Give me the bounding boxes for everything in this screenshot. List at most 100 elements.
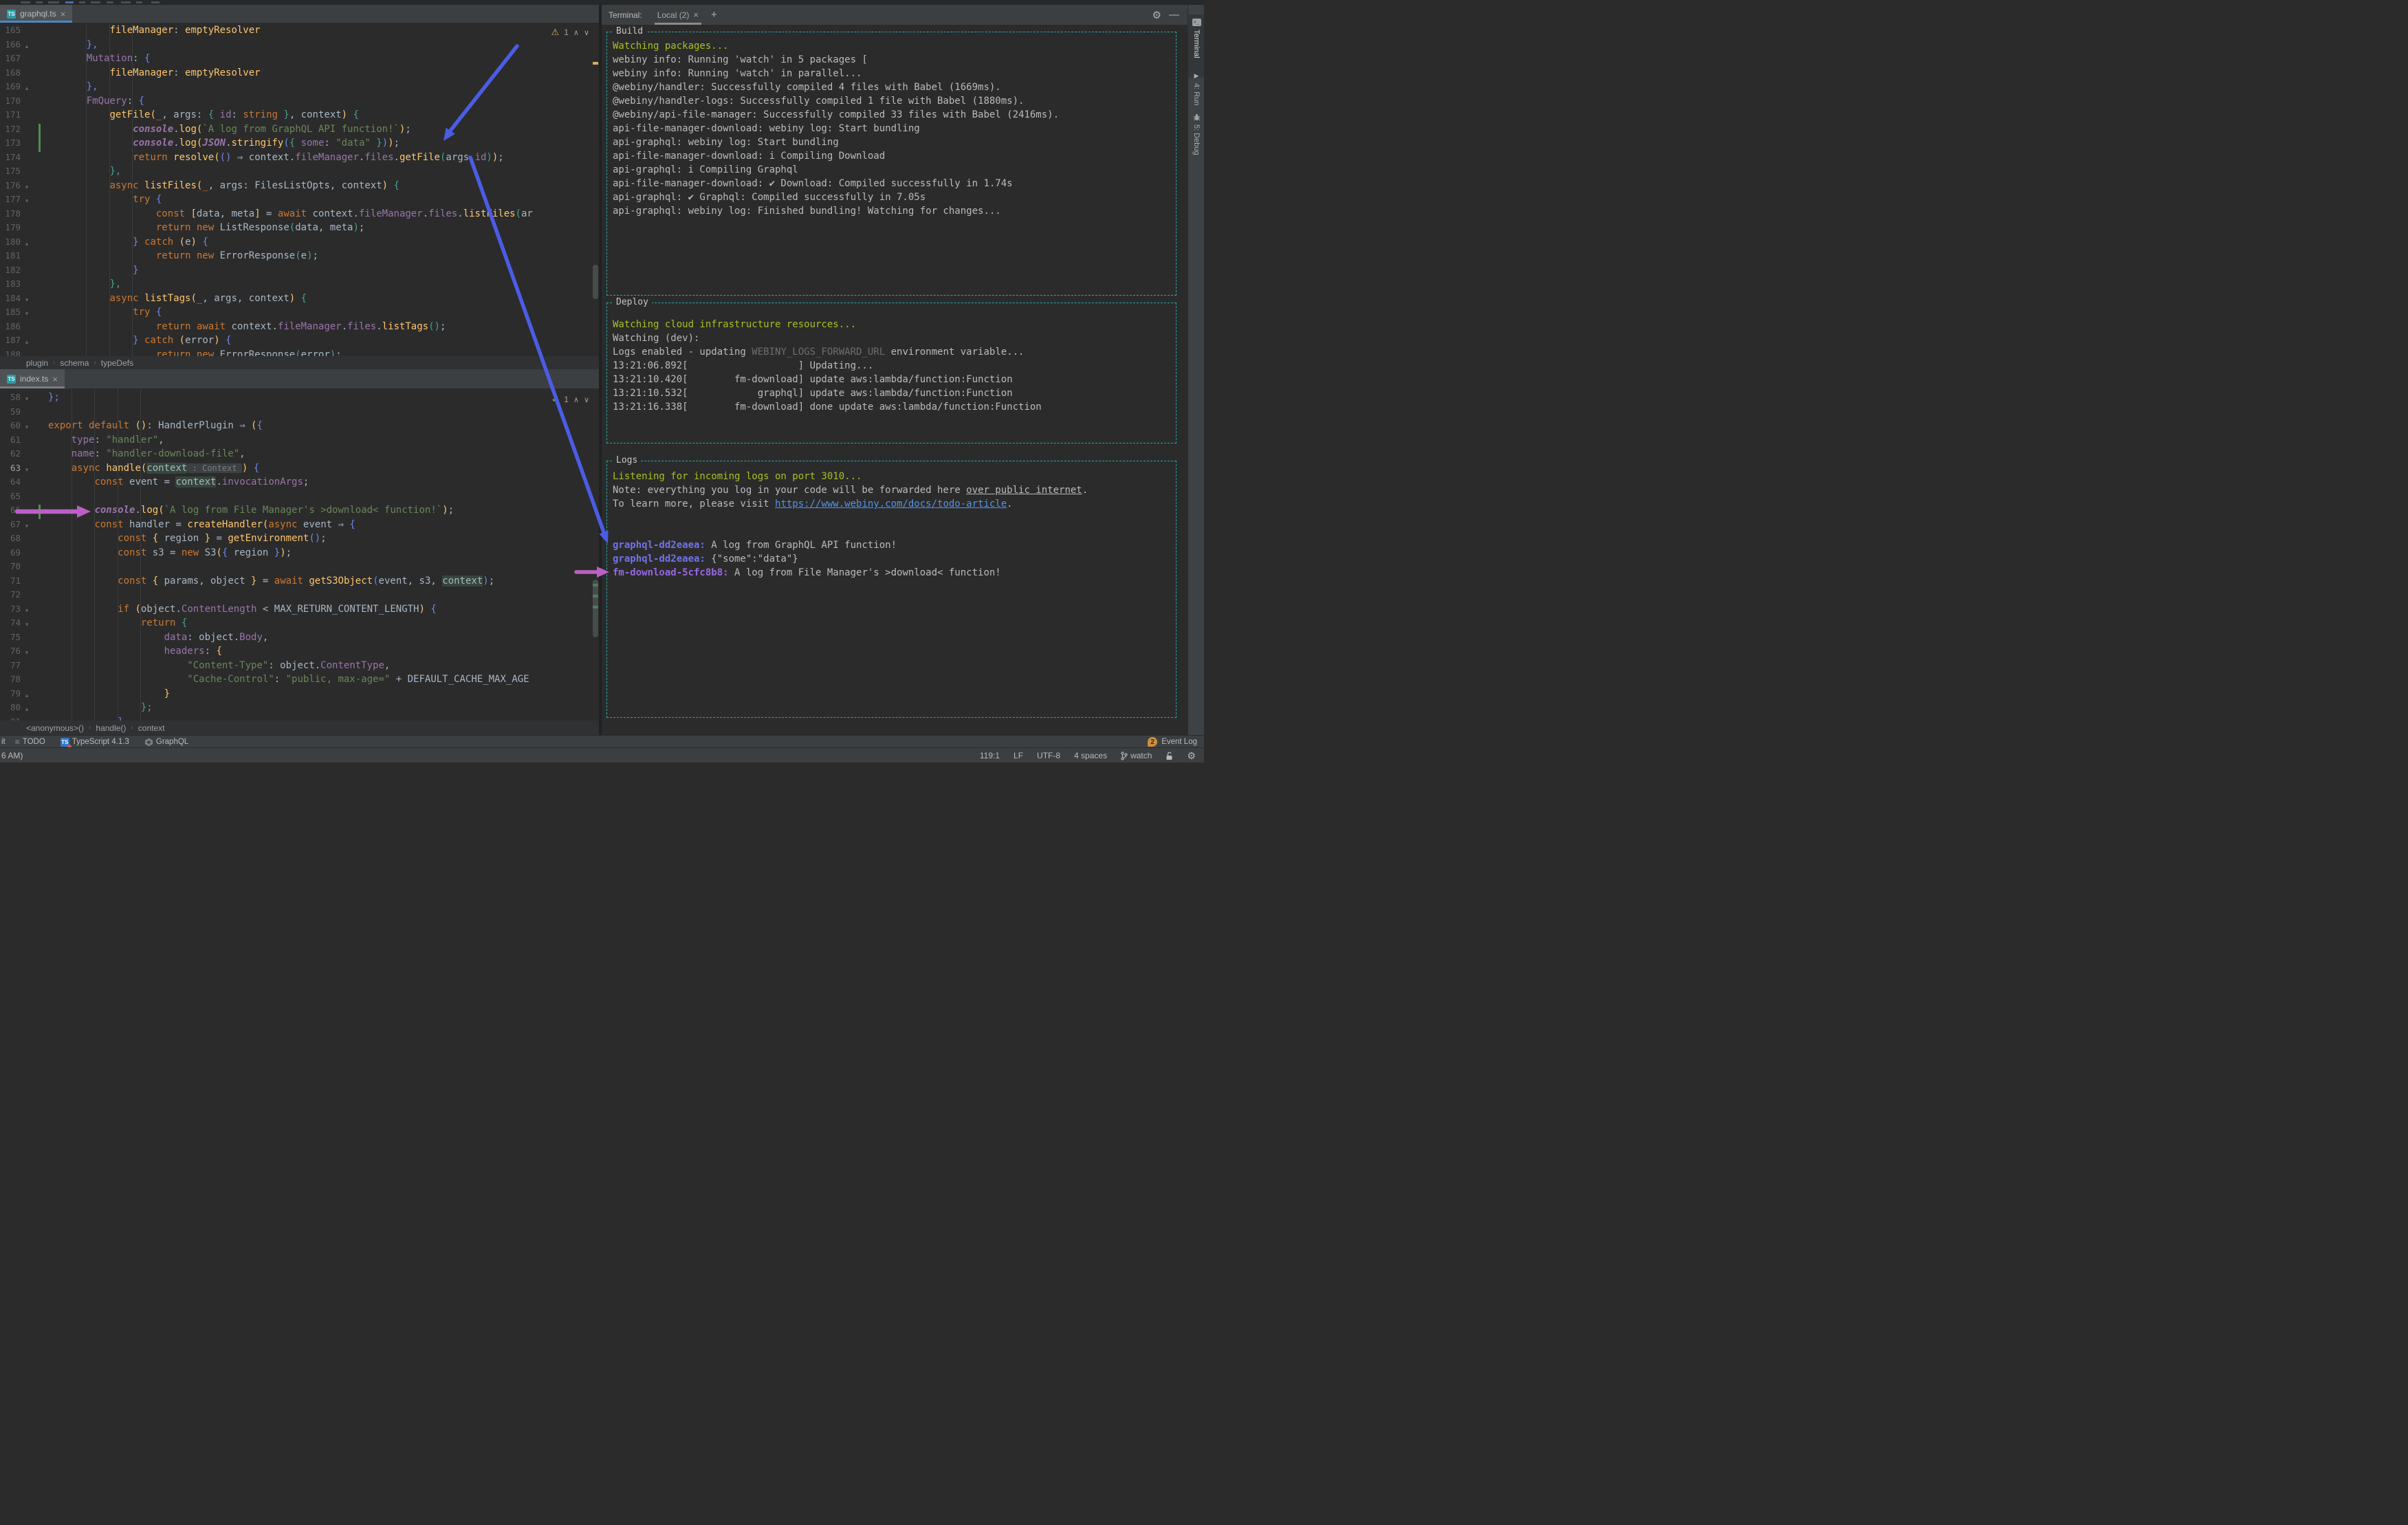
code-line[interactable]: 72 bbox=[0, 589, 599, 604]
code-line[interactable]: 76 ▾ headers: { bbox=[0, 646, 599, 660]
fold-marker-icon[interactable] bbox=[21, 435, 33, 449]
code-line[interactable]: 177 ▾ try { bbox=[0, 194, 599, 208]
fold-marker-icon[interactable] bbox=[21, 632, 33, 646]
fold-marker-icon[interactable] bbox=[21, 406, 33, 421]
code-line[interactable]: 186 return await context.fileManager.fil… bbox=[0, 321, 599, 336]
fold-marker-icon[interactable] bbox=[21, 547, 33, 562]
toolwindow-debug-button[interactable]: 5: Debug bbox=[1188, 113, 1204, 155]
fold-marker-icon[interactable] bbox=[21, 222, 33, 237]
fold-marker-icon[interactable]: ▾ bbox=[21, 293, 33, 307]
caret-position[interactable]: 119:1 bbox=[980, 751, 1000, 760]
fold-marker-icon[interactable] bbox=[21, 208, 33, 223]
code-line[interactable]: 59 bbox=[0, 406, 599, 421]
fold-marker-icon[interactable] bbox=[21, 491, 33, 505]
minimize-icon[interactable]: — bbox=[1169, 9, 1179, 21]
code-line[interactable]: 180 ▴ } catch (e) { bbox=[0, 237, 599, 251]
code-line[interactable]: 77 "Content-Type": object.ContentType, bbox=[0, 660, 599, 674]
fold-marker-icon[interactable] bbox=[21, 674, 33, 688]
fold-marker-icon[interactable] bbox=[21, 321, 33, 336]
code-line[interactable]: 58 ▾}; bbox=[0, 392, 599, 406]
code-line[interactable]: 172 console.log(`A log from GraphQL API … bbox=[0, 123, 599, 138]
code-line[interactable]: 65 bbox=[0, 491, 599, 505]
reader-mode-gear-icon[interactable]: ⚙ bbox=[1187, 750, 1196, 762]
code-line[interactable]: 165 fileManager: emptyResolver bbox=[0, 25, 599, 39]
unlock-icon[interactable] bbox=[1165, 751, 1173, 760]
terminal-body[interactable]: Build Watching packages... webiny info: R… bbox=[602, 25, 1187, 735]
code-line[interactable]: 71 const { params, object } = await getS… bbox=[0, 575, 599, 590]
code-line[interactable]: 66 console.log(`A log from File Manager'… bbox=[0, 505, 599, 519]
fold-marker-icon[interactable]: ▾ bbox=[21, 519, 33, 534]
code-line[interactable]: 168 fileManager: emptyResolver bbox=[0, 67, 599, 82]
code-line[interactable]: 64 const event = context.invocationArgs; bbox=[0, 476, 599, 491]
breadcrumb-item[interactable]: typeDefs bbox=[101, 358, 133, 368]
fold-marker-icon[interactable]: ▾ bbox=[21, 617, 33, 632]
inspection-widget[interactable]: ⚠ 1 ∧ ∨ bbox=[551, 27, 589, 38]
fold-marker-icon[interactable] bbox=[21, 124, 33, 138]
code-line[interactable]: 175 }, bbox=[0, 166, 599, 180]
code-line[interactable]: 170 FmQuery: { bbox=[0, 96, 599, 110]
gear-icon[interactable]: ⚙ bbox=[1152, 9, 1161, 21]
editor-index-ts[interactable]: ✔ 1 ∧ ∨ 58 ▾}; 59 60 ▾ export default (): Hand… bbox=[0, 388, 599, 724]
code-line[interactable]: 167 Mutation: { bbox=[0, 53, 599, 67]
close-icon[interactable]: × bbox=[61, 9, 66, 19]
code-line[interactable]: 74 ▾ return { bbox=[0, 617, 599, 632]
fold-marker-icon[interactable]: ▾ bbox=[21, 307, 33, 321]
fold-marker-icon[interactable]: ▾ bbox=[21, 180, 33, 195]
status-git-cut[interactable]: it bbox=[1, 738, 6, 746]
code-line[interactable]: 171 getFile(_, args: { id: string }, con… bbox=[0, 109, 599, 124]
code-line[interactable]: 178 const [data, meta] = await context.f… bbox=[0, 208, 599, 223]
code-line[interactable]: 176 ▾ async listFiles(_, args: FilesListO… bbox=[0, 180, 599, 195]
next-issue-icon[interactable]: ∨ bbox=[584, 395, 589, 404]
code-line[interactable]: 78 "Cache-Control": "public, max-age=" +… bbox=[0, 674, 599, 688]
fold-marker-icon[interactable] bbox=[21, 152, 33, 166]
code-line[interactable]: 185 ▾ try { bbox=[0, 307, 599, 321]
code-line[interactable]: 68 const { region } = getEnvironment(); bbox=[0, 533, 599, 547]
fold-marker-icon[interactable]: ▾ bbox=[21, 420, 33, 435]
fold-marker-icon[interactable]: ▾ bbox=[21, 463, 33, 477]
code-line[interactable]: 183 }, bbox=[0, 278, 599, 293]
fold-marker-icon[interactable]: ▴ bbox=[21, 335, 33, 349]
fold-marker-icon[interactable] bbox=[21, 575, 33, 590]
fold-marker-icon[interactable] bbox=[21, 109, 33, 124]
toolwindow-terminal-button[interactable]: >_ Terminal bbox=[1188, 14, 1204, 78]
inspection-widget[interactable]: ✔ 1 ∧ ∨ bbox=[551, 394, 589, 405]
file-encoding[interactable]: UTF-8 bbox=[1037, 751, 1060, 760]
fold-marker-icon[interactable]: ▾ bbox=[21, 646, 33, 660]
fold-marker-icon[interactable] bbox=[21, 561, 33, 575]
fold-marker-icon[interactable] bbox=[21, 25, 33, 39]
prev-issue-icon[interactable]: ∧ bbox=[573, 28, 579, 37]
fold-marker-icon[interactable] bbox=[21, 67, 33, 82]
fold-marker-icon[interactable]: ▴ bbox=[21, 688, 33, 703]
toolwindow-run-button[interactable]: ▶ 4: Run bbox=[1188, 72, 1204, 105]
fold-marker-icon[interactable]: ▴ bbox=[21, 81, 33, 96]
code-line[interactable]: 184 ▾ async listTags(_, args, context) { bbox=[0, 293, 599, 307]
editor-graphql-ts[interactable]: ⚠ 1 ∧ ∨ 165 fileManager: emptyResolver 166… bbox=[0, 23, 599, 358]
code-line[interactable]: 69 const s3 = new S3({ region }); bbox=[0, 547, 599, 562]
code-line[interactable]: 166 ▴ }, bbox=[0, 39, 599, 54]
status-item-typescript-4-1-3[interactable]: TS TypeScript 4.1.3 bbox=[60, 737, 129, 749]
fold-marker-icon[interactable] bbox=[21, 505, 33, 519]
fold-marker-icon[interactable] bbox=[21, 53, 33, 67]
code-line[interactable]: 174 return resolve(() ⇒ context.fileMana… bbox=[0, 152, 599, 166]
fold-marker-icon[interactable]: ▴ bbox=[21, 702, 33, 716]
breadcrumb-item[interactable]: schema bbox=[60, 358, 89, 368]
fold-marker-icon[interactable]: ▾ bbox=[21, 392, 33, 406]
fold-marker-icon[interactable]: ▾ bbox=[21, 194, 33, 208]
code-line[interactable]: 179 return new ListResponse(data, meta); bbox=[0, 222, 599, 237]
code-line[interactable]: 173 console.log(JSON.stringify({ some: "… bbox=[0, 138, 599, 152]
fold-marker-icon[interactable] bbox=[21, 96, 33, 110]
fold-marker-icon[interactable]: ▴ bbox=[21, 39, 33, 54]
code-line[interactable]: 60 ▾ export default (): HandlerPlugin ⇒ ({ bbox=[0, 420, 599, 435]
code-line[interactable]: 79 ▴ } bbox=[0, 688, 599, 703]
code-line[interactable]: 187 ▴ } catch (error) { bbox=[0, 335, 599, 349]
code-line[interactable]: 80 ▴ }; bbox=[0, 702, 599, 716]
fold-marker-icon[interactable] bbox=[21, 250, 33, 265]
fold-marker-icon[interactable] bbox=[21, 589, 33, 604]
code-line[interactable]: 67 ▾ const handler = createHandler(async … bbox=[0, 519, 599, 534]
prev-issue-icon[interactable]: ∧ bbox=[573, 395, 579, 404]
fold-marker-icon[interactable] bbox=[21, 138, 33, 152]
code-line[interactable]: 61 type: "handler", bbox=[0, 435, 599, 449]
breadcrumb-item[interactable]: handle() bbox=[96, 723, 126, 733]
tab-index-ts[interactable]: TS index.ts × bbox=[0, 369, 65, 388]
fold-marker-icon[interactable]: ▾ bbox=[21, 604, 33, 618]
